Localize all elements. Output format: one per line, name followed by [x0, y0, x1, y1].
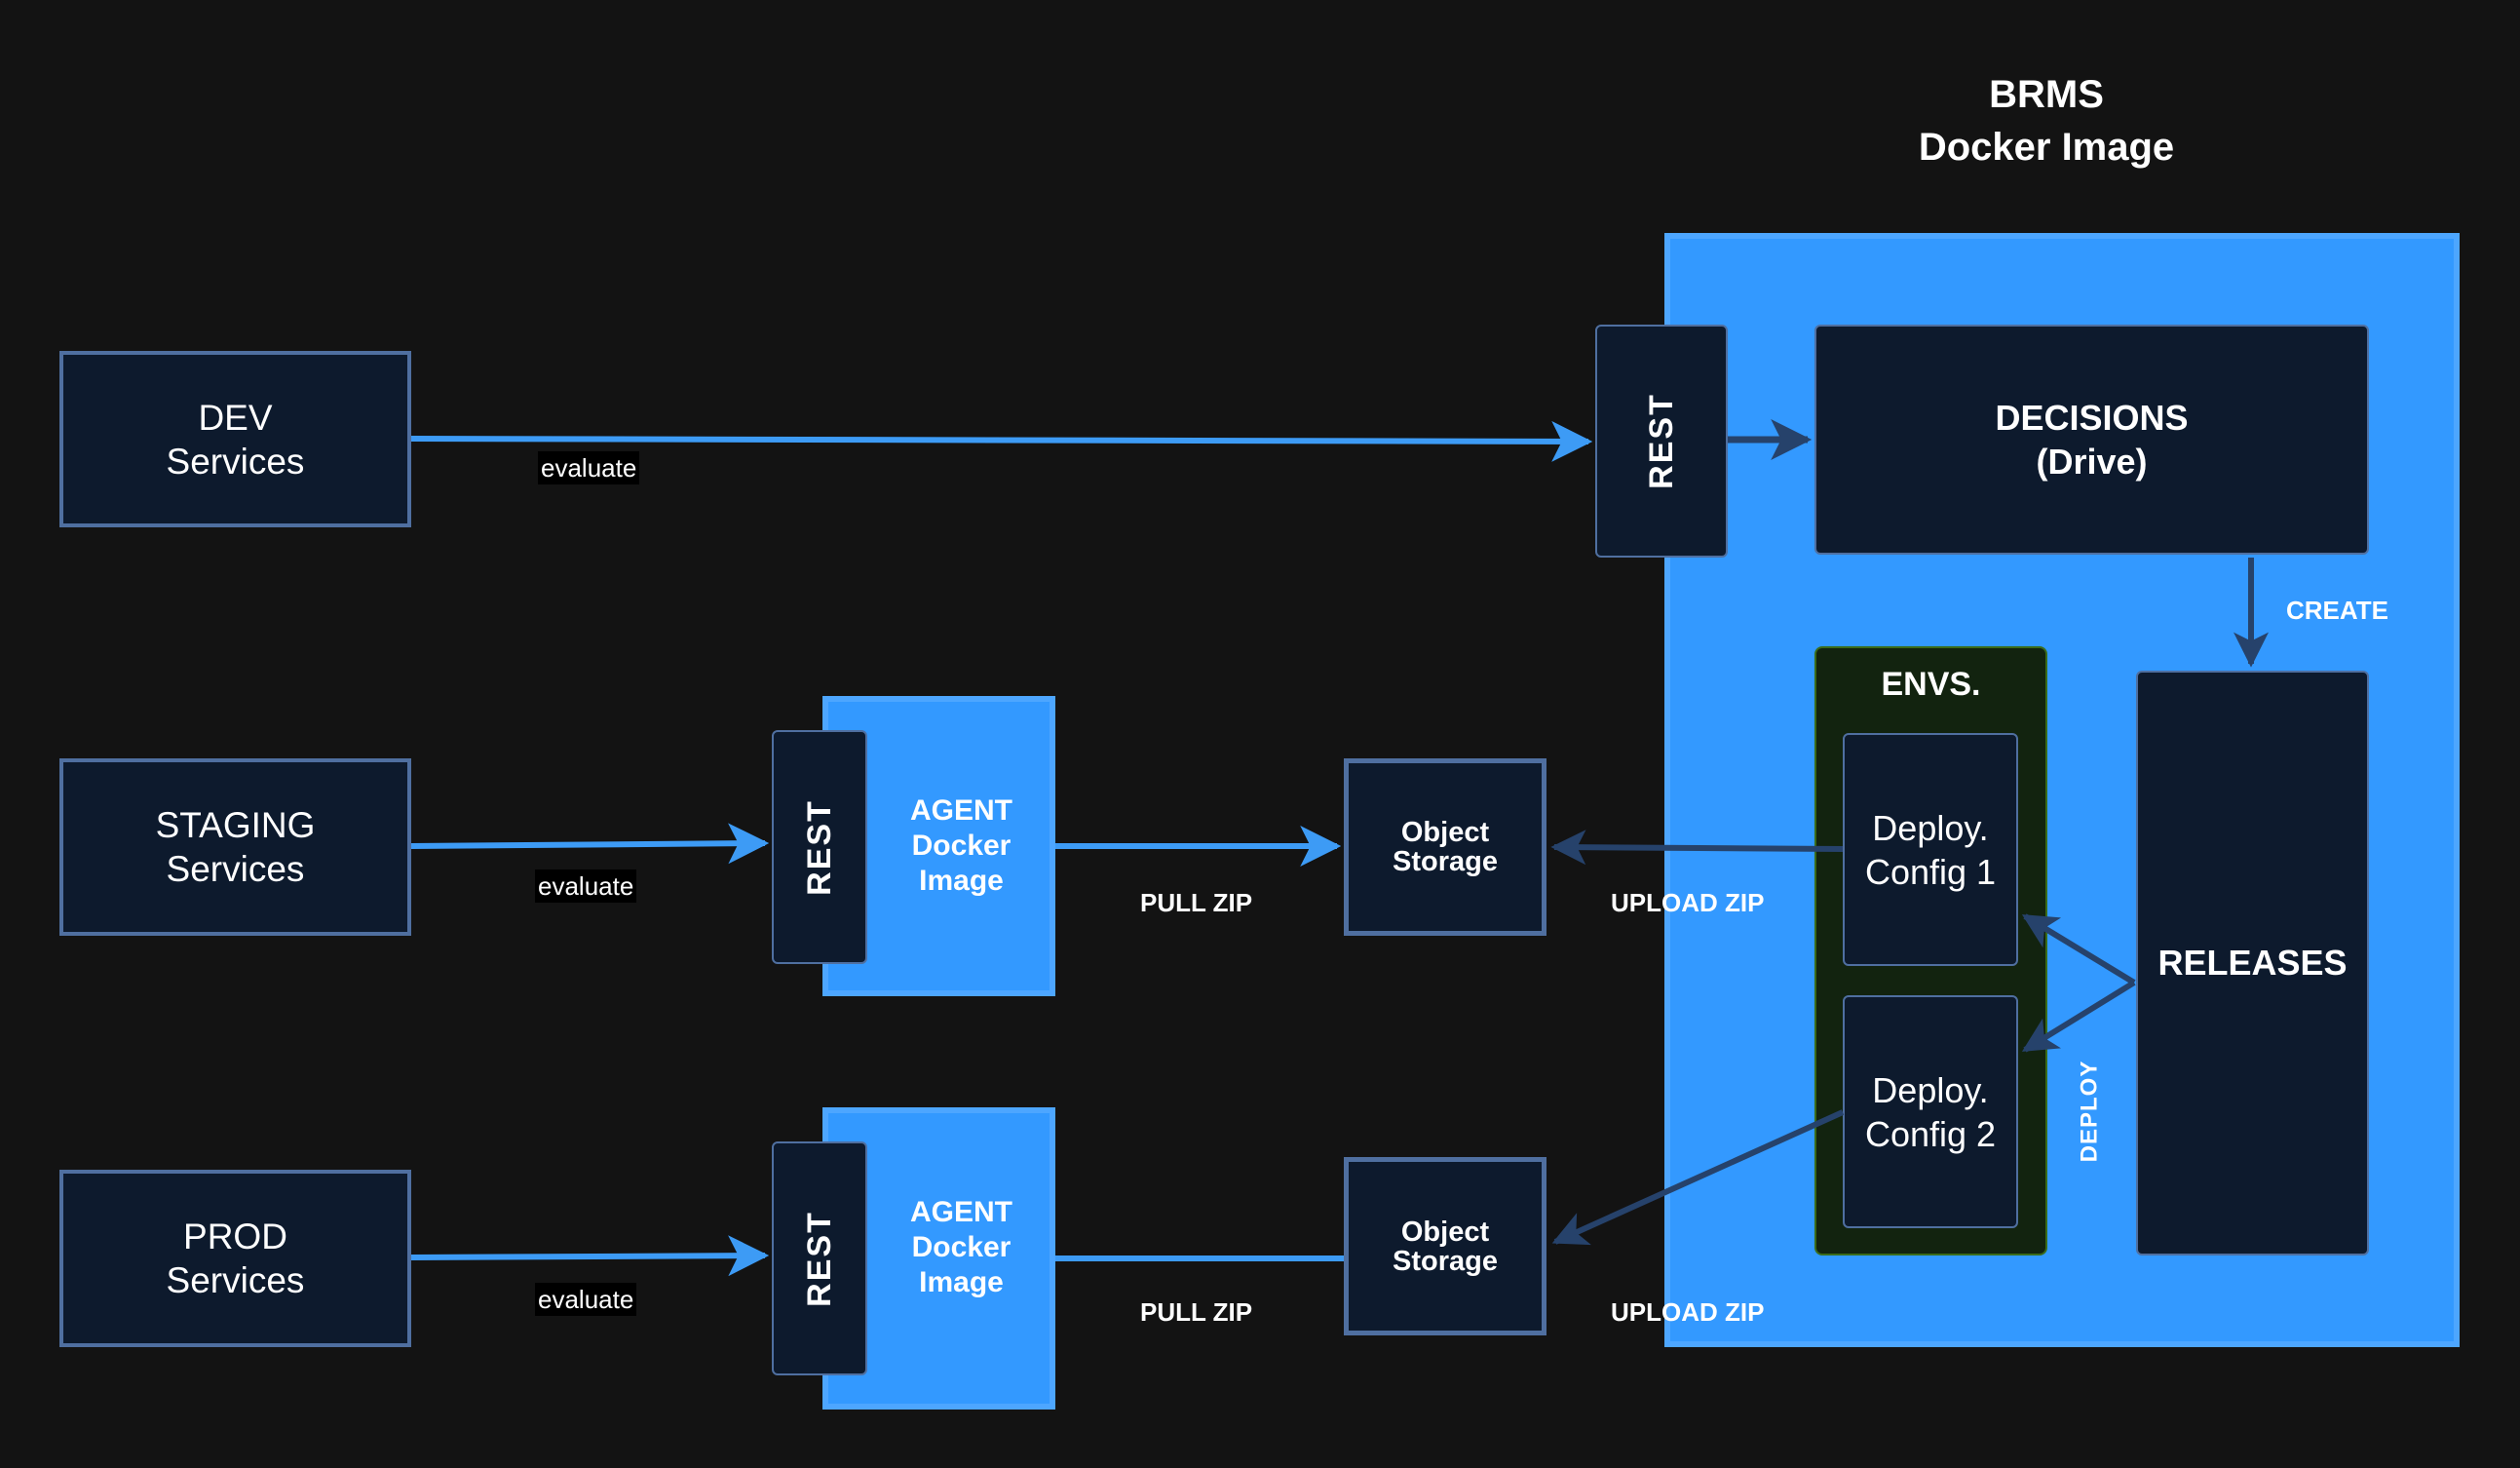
- agent-prod-line3: Image: [919, 1266, 1004, 1298]
- agent-prod-rest-label: REST: [800, 1210, 838, 1307]
- agent-prod-label: AGENT Docker Image: [867, 1195, 1055, 1300]
- prod-services-box[interactable]: PROD Services: [59, 1170, 411, 1347]
- deploy-config-2[interactable]: Deploy. Config 2: [1843, 995, 2018, 1228]
- agent-staging-line3: Image: [919, 865, 1004, 897]
- brms-title-line2: Docker Image: [1918, 126, 2175, 169]
- agent-prod-rest-endpoint[interactable]: REST: [772, 1141, 867, 1375]
- deploy-config-1-line2: Config 1: [1864, 851, 1997, 892]
- edge-dev-evaluate: [410, 420, 1593, 462]
- object-storage-staging-line1: Object: [1400, 817, 1490, 848]
- staging-evaluate-label: evaluate: [535, 869, 637, 903]
- object-storage-staging[interactable]: Object Storage: [1344, 758, 1546, 936]
- agent-staging-label: AGENT Docker Image: [867, 793, 1055, 899]
- prod-services-line2: Services: [166, 1260, 305, 1300]
- agent-prod-line2: Docker: [911, 1231, 1012, 1263]
- brms-rest-endpoint[interactable]: REST: [1595, 325, 1728, 558]
- staging-services-box[interactable]: STAGING Services: [59, 758, 411, 936]
- deploy-config-2-line2: Config 2: [1864, 1113, 1997, 1154]
- dev-services-line2: Services: [166, 441, 305, 482]
- agent-staging-line2: Docker: [911, 830, 1012, 862]
- deploy-config-1-line1: Deploy.: [1872, 807, 1989, 848]
- agent-staging-line1: AGENT: [910, 794, 1012, 827]
- object-storage-prod[interactable]: Object Storage: [1344, 1157, 1546, 1335]
- deploy-config-1[interactable]: Deploy. Config 1: [1843, 733, 2018, 966]
- decisions-line1: DECISIONS: [1995, 398, 2189, 438]
- decisions-line2: (Drive): [2036, 442, 2148, 482]
- object-storage-prod-line2: Storage: [1393, 1245, 1498, 1277]
- envs-title: ENVS.: [1881, 666, 1981, 703]
- upload-zip-label-staging: UPLOAD ZIP: [1611, 888, 1765, 917]
- brms-title-line1: BRMS: [1989, 73, 2104, 116]
- object-storage-staging-line2: Storage: [1393, 846, 1498, 877]
- create-label: CREATE: [2286, 596, 2388, 625]
- releases-box[interactable]: RELEASES: [2136, 671, 2369, 1256]
- dev-evaluate-label: evaluate: [538, 451, 640, 484]
- brms-title: BRMS Docker Image: [1852, 68, 2241, 174]
- releases-label: RELEASES: [2157, 943, 2348, 983]
- decisions-drive-box[interactable]: DECISIONS (Drive): [1814, 325, 2369, 555]
- upload-zip-label-prod: UPLOAD ZIP: [1611, 1297, 1765, 1327]
- edge-staging-evaluate: [410, 823, 770, 865]
- deploy-label: DEPLOY: [2076, 1060, 2102, 1163]
- staging-services-line2: Services: [166, 849, 305, 889]
- prod-evaluate-label: evaluate: [535, 1283, 637, 1316]
- deploy-config-2-line1: Deploy.: [1872, 1069, 1989, 1110]
- agent-staging-rest-label: REST: [800, 798, 838, 896]
- prod-services-line1: PROD: [183, 1217, 287, 1256]
- dev-services-box[interactable]: DEV Services: [59, 351, 411, 527]
- agent-staging-rest-endpoint[interactable]: REST: [772, 730, 867, 964]
- brms-rest-label: REST: [1642, 393, 1680, 489]
- object-storage-prod-line1: Object: [1400, 1216, 1490, 1248]
- agent-prod-line1: AGENT: [910, 1196, 1012, 1228]
- pull-zip-label-prod: PULL ZIP: [1140, 1297, 1253, 1327]
- staging-services-line1: STAGING: [155, 805, 316, 845]
- pull-zip-label-staging: PULL ZIP: [1140, 888, 1253, 917]
- deploy-label-wrap: DEPLOY: [2050, 1061, 2128, 1163]
- dev-services-line1: DEV: [198, 397, 273, 438]
- edge-prod-evaluate: [410, 1235, 770, 1277]
